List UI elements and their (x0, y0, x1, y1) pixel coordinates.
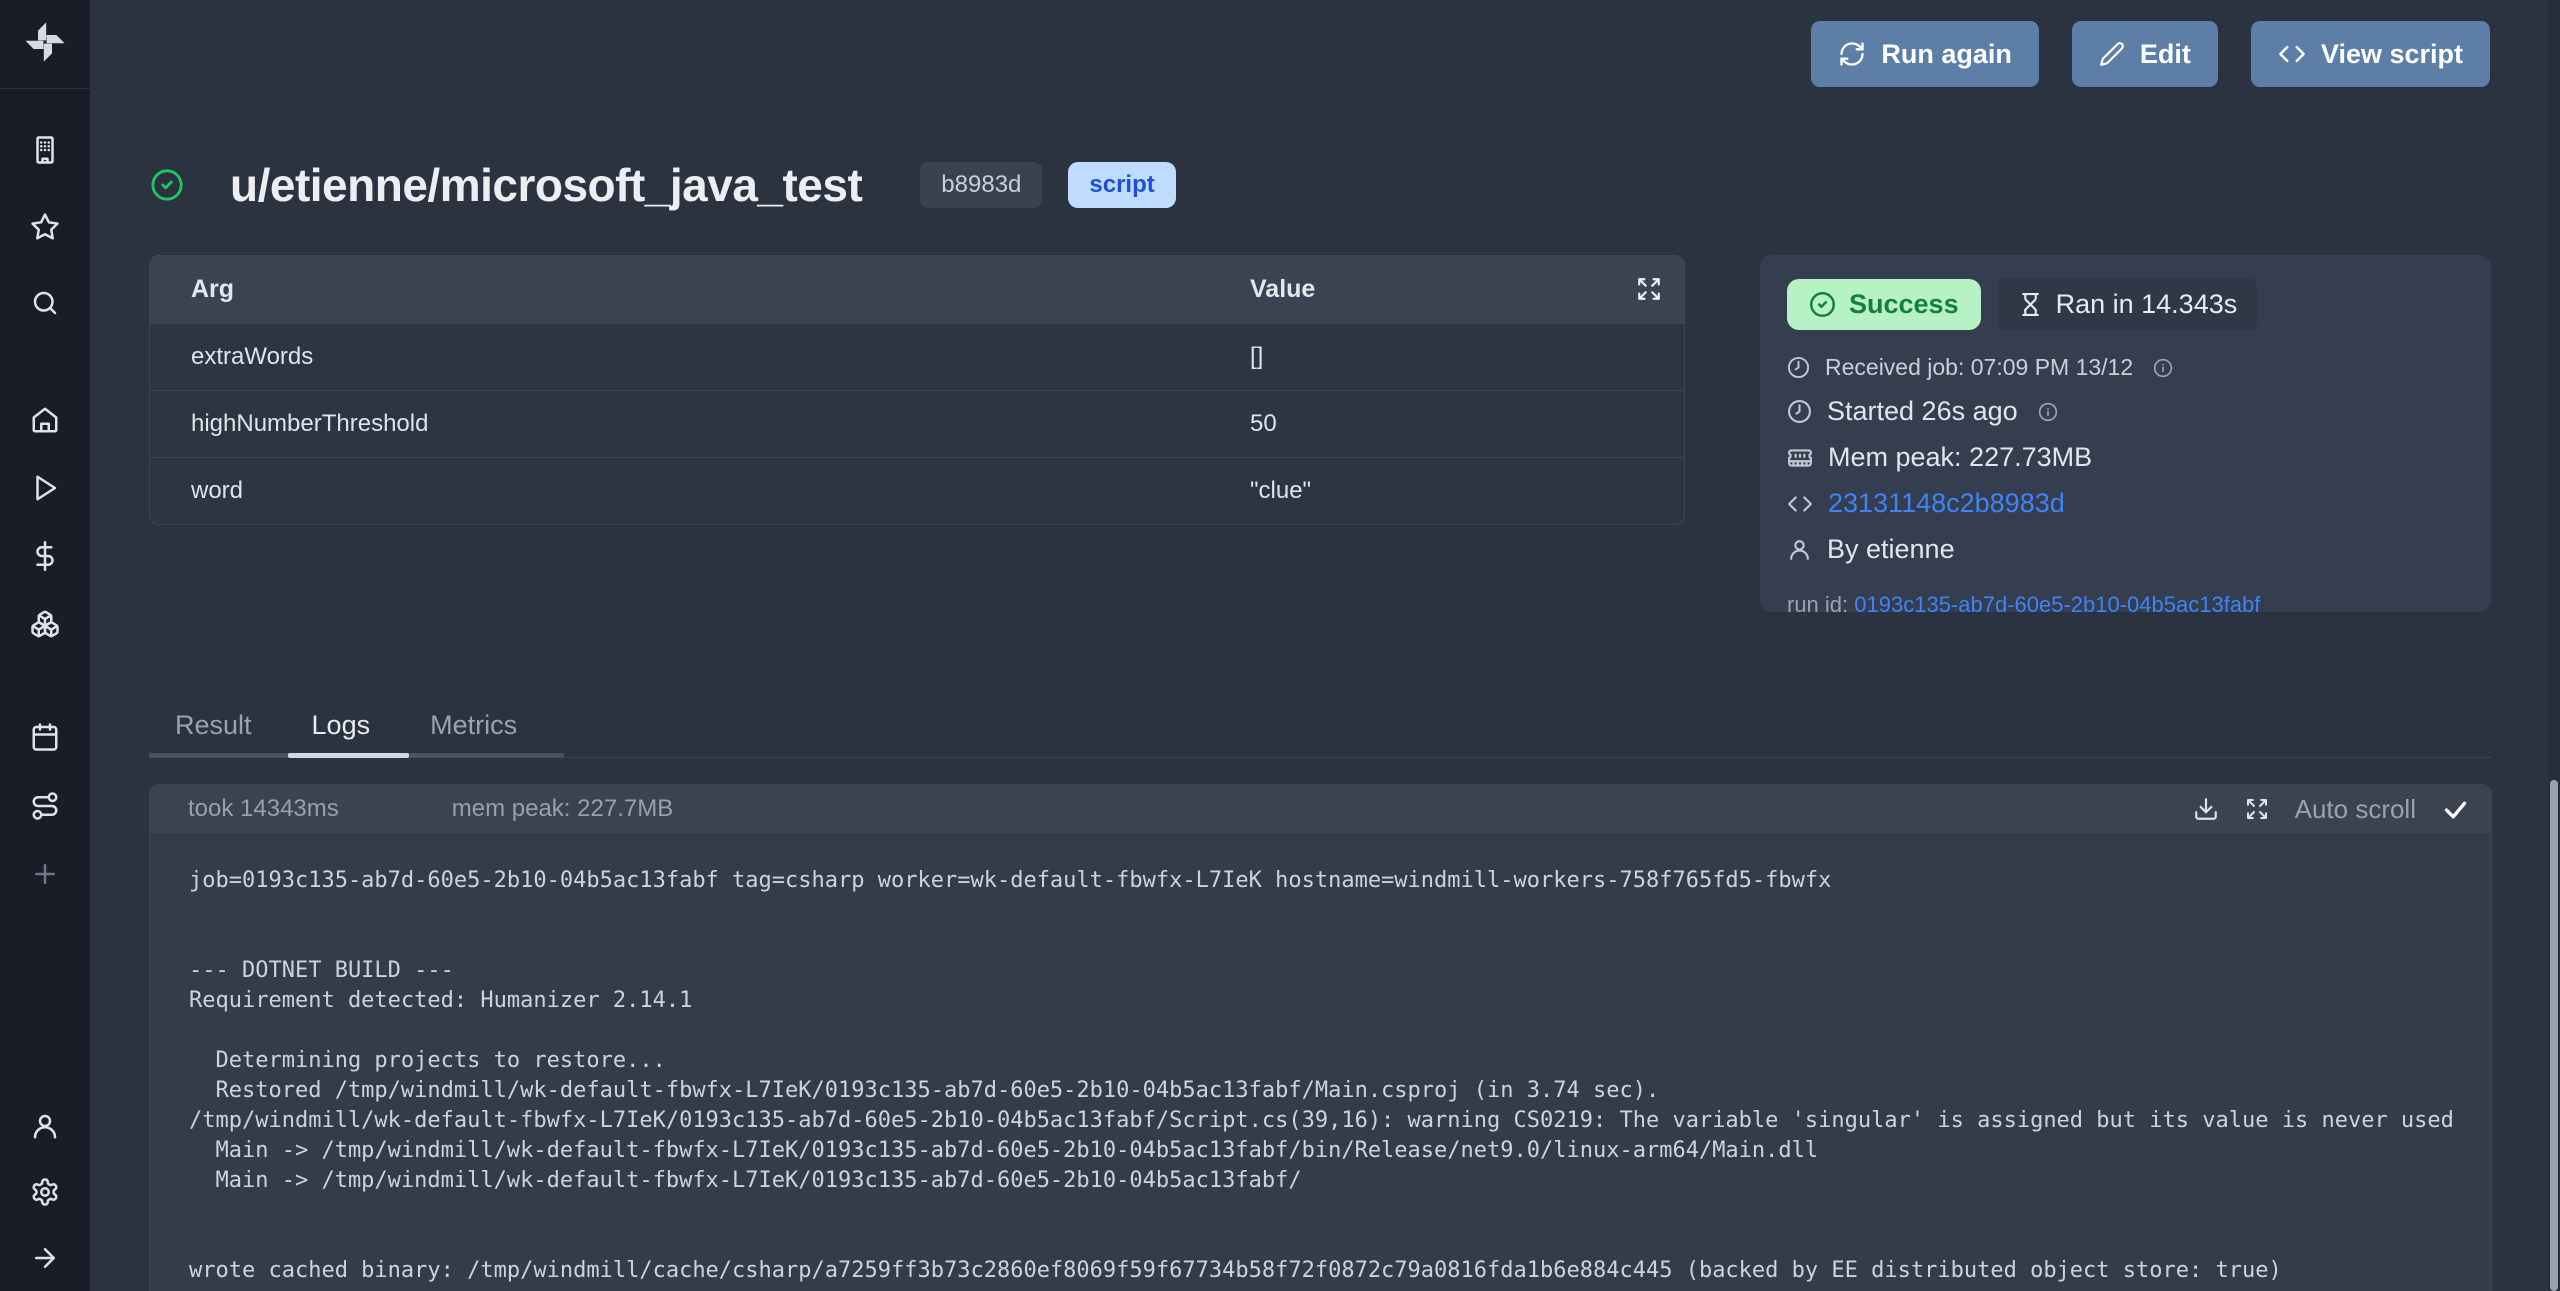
variables-dollar-icon[interactable] (30, 541, 60, 571)
page-scrollbar-thumb[interactable] (2550, 780, 2558, 1291)
table-row: word "clue" (150, 457, 1684, 524)
arg-name: extraWords (150, 343, 1250, 371)
log-line: Requirement detected: Humanizer 2.14.1 (189, 986, 2491, 1016)
status-badge: Success (1787, 279, 1981, 330)
log-mem-peak: mem peak: 227.7MB (452, 795, 673, 823)
download-log-icon[interactable] (2193, 796, 2219, 822)
run-again-button[interactable]: Run again (1811, 21, 2039, 87)
run-id-label: run id: (1787, 592, 1848, 617)
view-script-label: View script (2321, 39, 2463, 70)
sidebar-divider (0, 88, 90, 89)
active-tab-underline (288, 753, 409, 758)
hourglass-icon (2018, 292, 2043, 317)
arg-value: 50 (1250, 410, 1684, 438)
log-line (189, 926, 2491, 956)
log-line (189, 896, 2491, 926)
job-status-panel: Success Ran in 14.343s Received job: 07:… (1760, 255, 2491, 612)
check-circle-icon (1809, 291, 1836, 318)
log-line: job=0193c135-ab7d-60e5-2b10-04b5ac13fabf… (189, 866, 2491, 896)
version-badge: b8983d (920, 162, 1042, 208)
log-line (189, 1016, 2491, 1046)
run-id-line: run id: 0193c135-ab7d-60e5-2b10-04b5ac13… (1787, 592, 2464, 618)
view-script-button[interactable]: View script (2251, 21, 2490, 87)
arg-name: highNumberThreshold (150, 410, 1250, 438)
expand-args-icon[interactable] (1636, 276, 1662, 302)
log-line: Determining projects to restore... (189, 1046, 2491, 1076)
run-again-label: Run again (1881, 39, 2012, 70)
script-hash-link[interactable]: 23131148c2b8983d (1828, 488, 2065, 519)
search-icon[interactable] (30, 288, 60, 318)
log-line (189, 1226, 2491, 1256)
collapse-arrow-icon[interactable] (30, 1243, 60, 1273)
mem-peak-line: Mem peak: 227.73MB (1787, 442, 2464, 473)
log-line: Main -> /tmp/windmill/wk-default-fbwfx-L… (189, 1166, 2491, 1196)
run-id-link[interactable]: 0193c135-ab7d-60e5-2b10-04b5ac13fabf (1854, 592, 2260, 617)
log-line: /tmp/windmill/wk-default-fbwfx-L7IeK/019… (189, 1106, 2491, 1136)
flows-route-icon[interactable] (30, 791, 60, 821)
auto-scroll-label: Auto scroll (2295, 794, 2416, 825)
page-title: u/etienne/microsoft_java_test (230, 158, 862, 212)
args-table-header: Arg Value (150, 256, 1684, 323)
tab-metrics[interactable]: Metrics (430, 710, 517, 741)
log-panel: took 14343ms mem peak: 227.7MB Auto scro… (149, 784, 2492, 1291)
settings-gear-icon[interactable] (30, 1177, 60, 1207)
log-took: took 14343ms (188, 795, 339, 823)
job-run-page: Run again Edit View script u/etienne/mic… (0, 0, 2560, 1291)
kind-badge: script (1068, 162, 1175, 208)
edit-button[interactable]: Edit (2072, 21, 2218, 87)
code-icon (1787, 491, 1813, 517)
expand-log-icon[interactable] (2245, 797, 2269, 821)
clock-icon (1787, 399, 1812, 424)
script-hash-line: 23131148c2b8983d (1787, 488, 2464, 519)
favorites-star-icon[interactable] (30, 212, 60, 242)
result-tabs: Result Logs Metrics (175, 710, 517, 741)
user-icon[interactable] (30, 1111, 60, 1141)
arg-value: "clue" (1250, 477, 1684, 505)
topbar-actions: Run again Edit View script (1811, 21, 2490, 87)
info-icon[interactable] (2038, 402, 2058, 422)
duration-chip: Ran in 14.343s (1998, 278, 2258, 331)
tab-logs[interactable]: Logs (312, 710, 371, 741)
pencil-icon (2099, 41, 2125, 67)
log-output[interactable]: job=0193c135-ab7d-60e5-2b10-04b5ac13fabf… (150, 833, 2491, 1286)
arg-name: word (150, 477, 1250, 505)
resources-boxes-icon[interactable] (30, 609, 60, 639)
table-row: extraWords [] (150, 323, 1684, 390)
runs-play-icon[interactable] (30, 473, 60, 503)
memory-icon (1787, 445, 1813, 471)
success-check-icon (150, 168, 184, 202)
log-header: took 14343ms mem peak: 227.7MB Auto scro… (150, 785, 2491, 833)
code-icon (2278, 40, 2306, 68)
title-row: u/etienne/microsoft_java_test b8983d scr… (150, 150, 1176, 220)
log-line: Restored /tmp/windmill/wk-default-fbwfx-… (189, 1076, 2491, 1106)
edit-label: Edit (2140, 39, 2191, 70)
clock-icon (1787, 356, 1810, 379)
workspace-icon[interactable] (30, 135, 60, 165)
windmill-logo-icon[interactable] (21, 18, 69, 71)
log-line: --- DOTNET BUILD --- (189, 956, 2491, 986)
home-icon[interactable] (30, 405, 60, 435)
arg-value: [] (1250, 343, 1684, 371)
log-line: wrote cached binary: /tmp/windmill/cache… (189, 1256, 2491, 1286)
started-line: Started 26s ago (1787, 396, 2464, 427)
tab-result[interactable]: Result (175, 710, 252, 741)
arg-column-header: Arg (150, 275, 1250, 304)
value-column-header: Value (1250, 275, 1684, 304)
auto-scroll-checkbox[interactable] (2442, 796, 2469, 823)
user-icon (1787, 537, 1812, 562)
received-job-line: Received job: 07:09 PM 13/12 (1787, 354, 2464, 381)
author-line: By etienne (1787, 534, 2464, 565)
info-icon[interactable] (2153, 358, 2173, 378)
sidebar (0, 0, 90, 1291)
table-row: highNumberThreshold 50 (150, 390, 1684, 457)
log-line (189, 1196, 2491, 1226)
schedules-calendar-icon[interactable] (30, 722, 60, 752)
args-table: Arg Value extraWords [] highNumberThresh… (149, 255, 1685, 525)
log-line: Main -> /tmp/windmill/wk-default-fbwfx-L… (189, 1136, 2491, 1166)
create-plus-icon[interactable] (30, 859, 60, 889)
refresh-icon (1838, 40, 1866, 68)
